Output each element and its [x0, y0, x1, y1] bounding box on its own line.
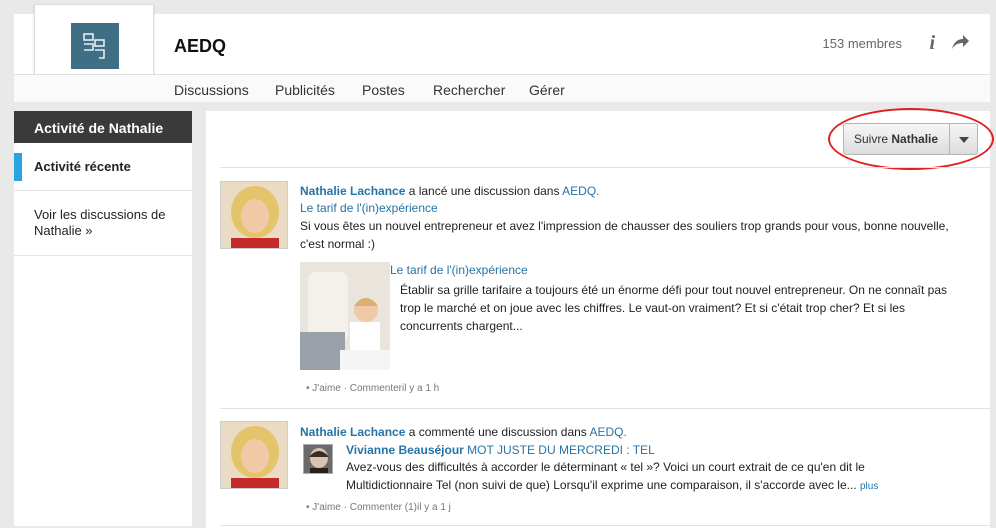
- sub-discussion-title-link[interactable]: MOT JUSTE DU MERCREDI : TEL: [464, 443, 655, 457]
- sidebar-item-recent-activity[interactable]: Activité récente: [14, 153, 192, 181]
- preview-body: Établir sa grille tarifaire a toujours é…: [400, 283, 947, 333]
- group-link[interactable]: AEDQ.: [562, 184, 599, 198]
- preview-title-link[interactable]: Le tarif de l'(in)expérience: [390, 261, 528, 279]
- feed-item-meta: • J'aime · Commenter (1)il y a 1 j: [306, 502, 451, 513]
- sidebar-divider: [14, 255, 192, 256]
- group-logo[interactable]: [34, 4, 154, 84]
- tab-rechercher[interactable]: Rechercher: [433, 82, 505, 98]
- activity-sidebar: Activité de Nathalie Activité récente Vo…: [14, 111, 192, 526]
- discussion-body: Si vous êtes un nouvel entrepreneur et a…: [300, 219, 949, 251]
- avatar[interactable]: [303, 444, 333, 474]
- discussion-title-link[interactable]: Le tarif de l'(in)expérience: [300, 199, 438, 217]
- feed-item-meta: • J'aime · Commenteril y a 1 h: [306, 383, 440, 394]
- comment-link[interactable]: Commenter (1)il y a 1 j: [350, 502, 451, 513]
- sub-discussion-headline: Vivianne Beauséjour MOT JUSTE DU MERCRED…: [346, 441, 655, 459]
- avatar-portrait: [304, 445, 332, 473]
- avatar-portrait: [221, 182, 287, 248]
- group-link[interactable]: AEDQ.: [589, 425, 626, 439]
- feed-divider: [220, 167, 990, 168]
- logo-glyph-icon: [83, 33, 105, 59]
- sidebar-divider: [14, 190, 192, 191]
- author-link[interactable]: Nathalie Lachance: [300, 425, 405, 439]
- feed-divider: [220, 408, 990, 409]
- info-icon[interactable]: i: [929, 32, 935, 55]
- activity-feed: Suivre Nathalie Nathalie Lachance a lanc…: [206, 108, 994, 528]
- share-icon[interactable]: [950, 32, 970, 52]
- preview-thumbnail[interactable]: [300, 262, 390, 370]
- more-link[interactable]: plus: [860, 481, 878, 492]
- tab-gerer[interactable]: Gérer: [529, 82, 565, 98]
- sub-author-link[interactable]: Vivianne Beauséjour: [346, 443, 464, 457]
- feed-divider: [220, 525, 990, 526]
- sidebar-title: Activité de Nathalie: [14, 111, 192, 143]
- tab-postes[interactable]: Postes: [362, 82, 405, 98]
- preview-image: [300, 262, 390, 370]
- avatar[interactable]: [220, 181, 288, 249]
- feed-item-headline: Nathalie Lachance a lancé une discussion…: [300, 184, 600, 198]
- comment-body: Avez-vous des difficultés à accorder le …: [346, 460, 879, 492]
- group-nav: Discussions Publicités Postes Rechercher…: [14, 74, 990, 102]
- avatar-portrait: [221, 422, 287, 488]
- avatar[interactable]: [220, 421, 288, 489]
- comment-link[interactable]: Commenteril y a 1 h: [350, 383, 439, 394]
- follow-button[interactable]: Suivre Nathalie: [843, 123, 978, 155]
- member-count[interactable]: 153 membres: [823, 36, 902, 51]
- sidebar-item-view-discussions[interactable]: Voir les discussions de Nathalie »: [14, 207, 192, 239]
- group-title[interactable]: AEDQ: [174, 36, 226, 57]
- group-header: AEDQ 153 membres i Discussions Publicité…: [14, 4, 990, 102]
- like-link[interactable]: J'aime: [312, 502, 341, 513]
- like-link[interactable]: J'aime: [312, 383, 341, 394]
- feed-item-headline: Nathalie Lachance a commenté une discuss…: [300, 425, 627, 439]
- logo-mark: [71, 23, 119, 69]
- tab-discussions[interactable]: Discussions: [174, 82, 249, 98]
- author-link[interactable]: Nathalie Lachance: [300, 184, 405, 198]
- tab-publicites[interactable]: Publicités: [275, 82, 335, 98]
- follow-button-label: Suivre Nathalie: [854, 132, 939, 146]
- chevron-down-icon[interactable]: [949, 124, 977, 154]
